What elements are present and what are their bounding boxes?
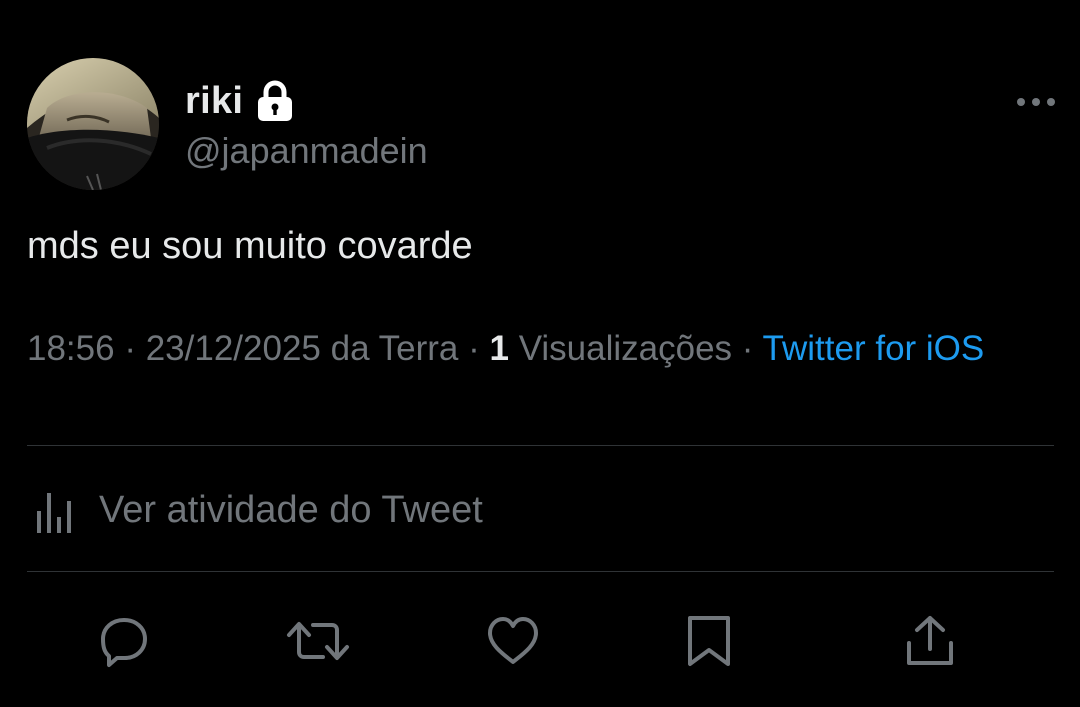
profile-photo — [27, 58, 159, 190]
reply-button[interactable] — [89, 606, 159, 676]
tweet-text: mds eu sou muito covarde — [27, 225, 473, 267]
lock-icon — [255, 80, 295, 122]
retweet-icon — [287, 622, 349, 660]
more-icon — [1017, 98, 1055, 106]
bookmark-icon — [688, 616, 730, 666]
more-options-button[interactable] — [1012, 88, 1060, 116]
analytics-icon — [37, 493, 71, 533]
author-name-row[interactable]: riki — [185, 80, 295, 122]
tweet-time: 18:56 — [27, 329, 115, 368]
tweet-meta: 18:56 · 23/12/2025 da Terra · 1 Visualiz… — [27, 326, 1027, 372]
retweet-button[interactable] — [283, 606, 353, 676]
display-name[interactable]: riki — [185, 80, 243, 123]
views-count: 1 — [489, 329, 509, 368]
meta-separator: · — [114, 329, 146, 368]
tweet-date-location: 23/12/2025 da Terra — [145, 329, 459, 368]
meta-separator: · — [732, 329, 763, 368]
heart-icon — [488, 617, 538, 664]
activity-label: Ver atividade do Tweet — [99, 488, 483, 531]
divider — [27, 445, 1054, 446]
divider — [27, 571, 1054, 572]
bookmark-button[interactable] — [674, 606, 744, 676]
like-button[interactable] — [478, 606, 548, 676]
view-tweet-activity-button[interactable]: Ver atividade do Tweet — [27, 470, 483, 550]
share-button[interactable] — [895, 606, 965, 676]
meta-separator: · — [458, 329, 490, 368]
views-label: Visualizações — [518, 329, 733, 368]
author-handle[interactable]: @japanmadein — [185, 130, 428, 172]
reply-icon — [101, 618, 147, 667]
tweet-action-bar — [0, 606, 1080, 676]
source-link[interactable]: Twitter for iOS — [763, 329, 985, 368]
share-icon — [907, 616, 953, 665]
avatar[interactable] — [27, 58, 159, 190]
